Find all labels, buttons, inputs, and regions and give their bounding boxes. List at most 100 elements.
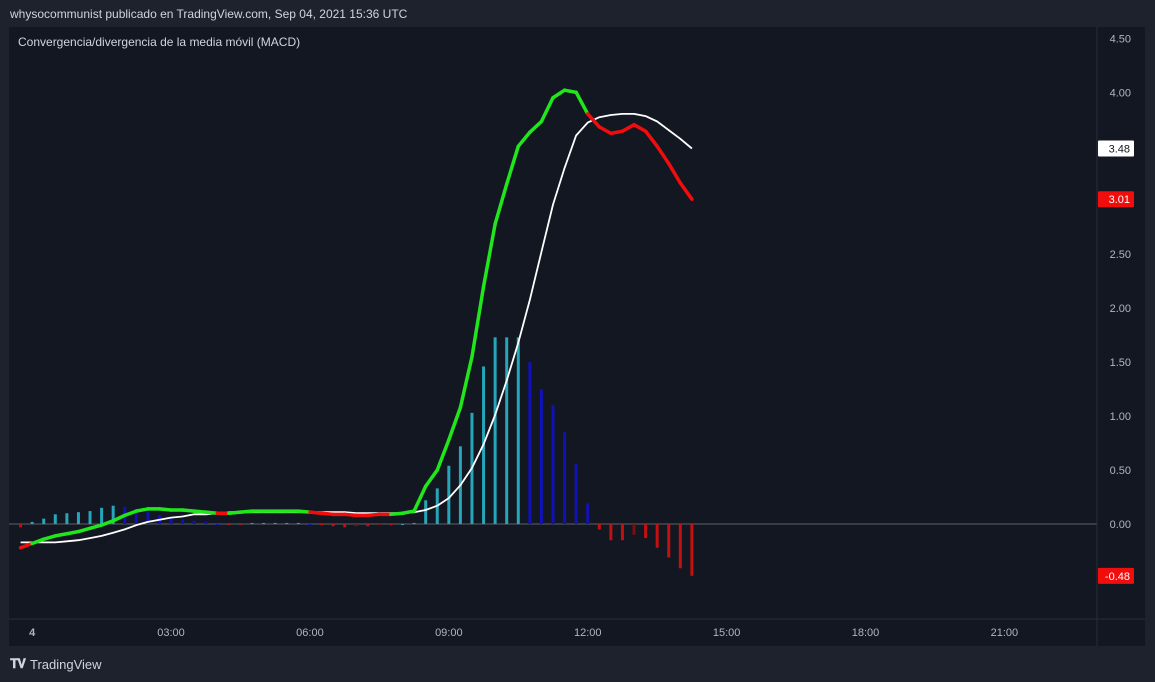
histogram-bar (586, 503, 590, 525)
histogram-bar (100, 507, 104, 525)
histogram-bar (88, 511, 92, 525)
macd-line-segment (585, 112, 602, 129)
footer-brand: TradingView (30, 656, 102, 672)
histogram-bar (204, 521, 208, 525)
macd-line-segment (643, 129, 659, 149)
x-tick-label: 4 (29, 627, 36, 639)
macd-line-segment (539, 96, 555, 124)
macd-line-segment (655, 144, 671, 166)
macd-line-segment (597, 125, 613, 136)
x-tick-label: 09:00 (435, 627, 463, 639)
histogram-bar (528, 362, 532, 525)
macd-line-segment (447, 405, 463, 442)
indicator-title: Convergencia/divergencia de la media móv… (18, 35, 300, 49)
macd-line-segment (65, 529, 81, 536)
macd-line-segment (423, 468, 440, 489)
histogram-bar (65, 513, 69, 525)
chart-frame[interactable]: 4.504.003.503.002.502.001.501.000.500.00… (9, 27, 1145, 646)
histogram-bar (366, 524, 370, 527)
macd-line-segment (481, 222, 497, 289)
histogram-bar (19, 524, 23, 528)
histogram-bar (539, 389, 543, 525)
macd-line-segment (574, 90, 590, 116)
y-tick-label: 1.00 (1110, 411, 1131, 423)
histogram-bar (505, 337, 509, 525)
histogram-bar (551, 405, 555, 525)
histogram-bar (285, 522, 289, 525)
histogram-bar (53, 514, 57, 525)
macd-line-segment (412, 484, 428, 513)
macd-line-segment (666, 161, 683, 185)
macd-line-segment (53, 531, 69, 538)
x-tick-label: 03:00 (157, 627, 185, 639)
macd-chart[interactable]: 4.504.003.503.002.502.001.501.000.500.00… (9, 27, 1145, 646)
histogram-bar (563, 432, 567, 525)
publisher-header: whysocommunist publicado en TradingView.… (10, 7, 408, 21)
macd-line-segment (562, 88, 578, 95)
macd-line-segment (435, 438, 451, 472)
histogram-bar (597, 524, 601, 530)
y-tick-label: 2.50 (1110, 249, 1131, 261)
histogram-bar (389, 524, 393, 526)
y-tick-label: 2.00 (1110, 303, 1131, 315)
macd-line-segment (516, 130, 532, 149)
macd-line-segment (400, 509, 416, 515)
histogram-bar (632, 524, 636, 535)
macd-line-segment (632, 122, 648, 133)
macd-line-segment (504, 144, 521, 186)
macd-line-segment (678, 181, 694, 201)
histogram-bar (192, 520, 196, 525)
histogram-bar (262, 522, 266, 525)
macd-line-segment (458, 355, 474, 410)
last-value-text: 3.48 (1109, 143, 1130, 155)
histogram-bar (296, 522, 300, 525)
last-value-text: 3.01 (1109, 194, 1130, 206)
y-tick-label: 4.50 (1110, 33, 1131, 45)
histogram-bar (447, 465, 451, 525)
macd-line-segment (551, 88, 567, 100)
histogram-bar (678, 524, 682, 569)
chart-axes: 4.504.003.503.002.502.001.501.000.500.00… (9, 27, 1145, 646)
x-tick-label: 18:00 (852, 627, 880, 639)
x-tick-label: 15:00 (713, 627, 741, 639)
histogram-bar (354, 524, 358, 527)
macd-line-segment (609, 129, 625, 136)
x-tick-label: 12:00 (574, 627, 602, 639)
histogram-bar (331, 524, 335, 527)
histogram-bar (320, 524, 324, 526)
histogram-bar (690, 524, 694, 576)
histogram-bar (343, 524, 347, 528)
histogram-bar (377, 524, 381, 526)
macd-line-segment (111, 513, 127, 523)
x-tick-label: 06:00 (296, 627, 324, 639)
macd-line-segment (493, 182, 509, 226)
signal-line (20, 113, 693, 544)
last-value-text: -0.48 (1105, 571, 1130, 583)
macd-line-segment (122, 509, 139, 518)
macd-line-segment (134, 507, 150, 513)
histogram-bar (609, 524, 613, 541)
y-tick-label: 0.50 (1110, 465, 1131, 477)
histogram-bar (215, 524, 219, 526)
histogram-bar (424, 500, 428, 525)
macd-line-segment (88, 523, 104, 531)
macd-line-segment (41, 534, 58, 541)
y-tick-label: 0.00 (1110, 519, 1131, 531)
histogram-bar (76, 512, 80, 525)
histogram-bar (516, 337, 520, 525)
histogram-bar (181, 519, 185, 525)
macd-line-segment (528, 119, 544, 135)
histogram-bar (620, 524, 624, 541)
histogram-bar (308, 524, 312, 526)
macd-line-segment (18, 541, 34, 550)
histogram-bar (401, 524, 405, 526)
histogram-bar (30, 521, 34, 525)
histogram-bar (667, 524, 671, 558)
histogram-bar (644, 524, 648, 539)
histogram-bar (574, 463, 578, 525)
histogram-bar (493, 337, 497, 525)
histogram-bar (412, 522, 416, 525)
y-tick-label: 4.00 (1110, 87, 1131, 99)
macd-line-segment (76, 526, 92, 534)
histogram-bar (655, 524, 659, 548)
